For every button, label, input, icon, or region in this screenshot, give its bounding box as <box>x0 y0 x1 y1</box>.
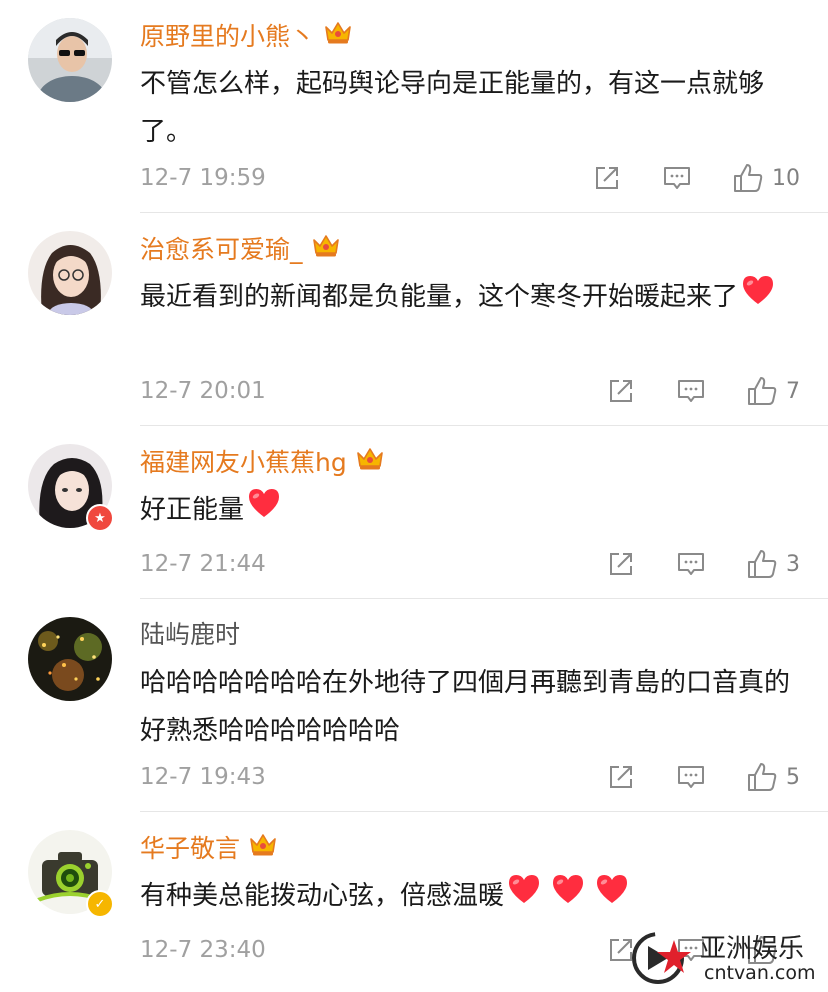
heart-emoji-icon <box>594 873 630 921</box>
share-button[interactable] <box>606 762 636 792</box>
comment-time: 12-7 19:59 <box>140 165 266 191</box>
comment-time: 12-7 20:01 <box>140 378 266 404</box>
comment-time: 12-7 23:40 <box>140 937 266 963</box>
heart-emoji-icon <box>740 274 776 322</box>
comment-text: 哈哈哈哈哈哈哈在外地待了四個月再聽到青島的口音真的好熟悉哈哈哈哈哈哈哈 <box>140 668 791 746</box>
avatar[interactable] <box>28 18 112 102</box>
comment-text: 好正能量 <box>140 486 810 535</box>
like-count: 7 <box>786 378 800 404</box>
username[interactable]: 华子敬言 <box>140 830 278 868</box>
share-button[interactable] <box>606 376 636 406</box>
like-count: 5 <box>786 764 800 790</box>
watermark-logo-icon <box>632 932 691 984</box>
comment-icon <box>678 553 704 575</box>
thumbs-up-icon <box>748 763 777 791</box>
like-count: 3 <box>786 551 800 577</box>
comment-time: 12-7 21:44 <box>140 551 266 577</box>
username[interactable]: 原野里的小熊丶 <box>140 18 353 56</box>
like-count: 10 <box>772 165 800 191</box>
reply-button[interactable] <box>676 549 706 579</box>
divider <box>140 598 828 599</box>
thumbs-up-icon <box>748 377 777 405</box>
comment-text: 不管怎么样，起码舆论导向是正能量的，有这一点就够了。 <box>140 69 765 147</box>
heart-emoji-icon <box>506 873 542 921</box>
reply-button[interactable] <box>662 163 692 193</box>
vip-crown-icon <box>323 18 353 56</box>
like-button[interactable]: 5 <box>746 761 800 793</box>
reply-button[interactable] <box>676 376 706 406</box>
username[interactable]: 治愈系可爱瑜_ <box>140 231 341 269</box>
site-watermark: 亚洲娱乐 cntvan.com <box>628 924 828 992</box>
comment-icon <box>678 766 704 788</box>
thumbs-up-icon <box>734 164 763 192</box>
divider <box>140 212 828 213</box>
username[interactable]: 福建网友小蕉蕉hg <box>140 444 385 482</box>
like-button[interactable]: 3 <box>746 548 800 580</box>
watermark-subtitle: cntvan.com <box>704 962 816 984</box>
thumbs-up-icon <box>748 550 777 578</box>
comment-time: 12-7 19:43 <box>140 764 266 790</box>
like-button[interactable]: 7 <box>746 375 800 407</box>
share-button[interactable] <box>592 163 622 193</box>
share-button[interactable] <box>606 549 636 579</box>
share-icon <box>610 766 632 788</box>
vip-crown-icon <box>248 830 278 868</box>
vip-crown-icon <box>311 231 341 269</box>
divider <box>140 811 828 812</box>
vip-crown-icon <box>355 444 385 482</box>
heart-emoji-icon <box>246 487 282 535</box>
comment-icon <box>664 167 690 189</box>
verified-badge-icon: ★ <box>86 504 114 532</box>
watermark-title: 亚洲娱乐 <box>700 934 805 964</box>
comment-text: 最近看到的新闻都是负能量，这个寒冬开始暖起来了 <box>140 273 810 322</box>
comment-text: 有种美总能拨动心弦，倍感温暖 <box>140 872 810 921</box>
avatar[interactable] <box>28 231 112 315</box>
username[interactable]: 陆屿鹿时 <box>140 617 240 653</box>
divider <box>140 425 828 426</box>
verified-badge-icon: ✓ <box>86 890 114 918</box>
avatar[interactable] <box>28 617 112 701</box>
share-icon <box>610 380 632 402</box>
comment-icon <box>678 380 704 402</box>
heart-emoji-icon <box>550 873 586 921</box>
like-button[interactable]: 10 <box>732 162 800 194</box>
reply-button[interactable] <box>676 762 706 792</box>
share-icon <box>596 167 618 189</box>
share-icon <box>610 553 632 575</box>
